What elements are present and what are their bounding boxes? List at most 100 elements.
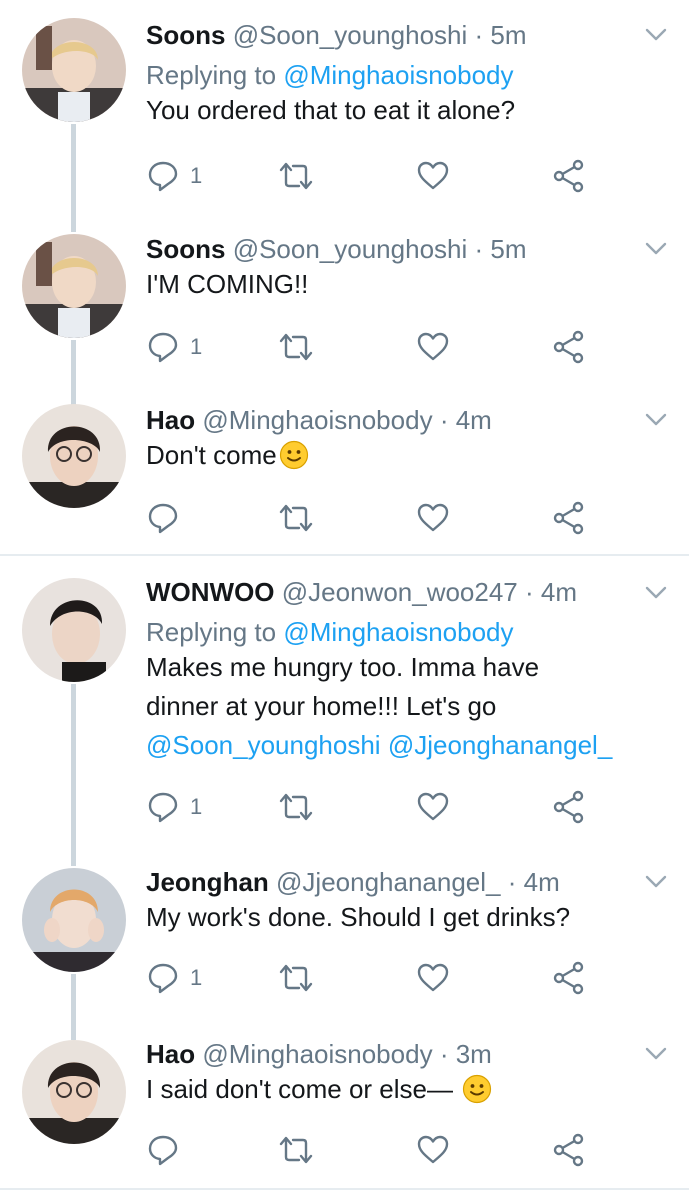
mention-link[interactable]: @Soon_younghoshi	[146, 730, 381, 760]
timestamp[interactable]: 4m	[524, 867, 560, 897]
thread-line	[71, 974, 76, 1040]
user-handle[interactable]: @Minghaoisnobody	[202, 405, 432, 435]
avatar[interactable]	[22, 1040, 126, 1144]
user-name[interactable]: Soons	[146, 234, 225, 264]
retweet-button[interactable]	[276, 159, 316, 193]
tweet[interactable]: Soons @Soon_younghoshi · 5m I'M COMING!!…	[0, 230, 689, 406]
retweet-icon	[276, 159, 316, 193]
chevron-down-icon[interactable]	[645, 1047, 667, 1061]
bottom-divider	[0, 1188, 689, 1190]
thread-divider	[0, 554, 689, 556]
tweet-text: Don't come	[146, 440, 277, 470]
retweet-icon	[276, 501, 316, 535]
replying-to: Replying to @Minghaoisnobody	[146, 60, 669, 90]
reply-count: 1	[190, 163, 203, 188]
reply-button[interactable]	[146, 501, 180, 535]
heart-icon	[416, 501, 450, 535]
replying-to: Replying to @Minghaoisnobody	[146, 617, 669, 647]
user-handle[interactable]: @Jjeonghanangel_	[276, 867, 500, 897]
reply-icon	[146, 330, 180, 364]
avatar[interactable]	[22, 234, 126, 338]
share-button[interactable]	[552, 159, 586, 193]
share-button[interactable]	[552, 330, 586, 364]
timestamp[interactable]: 5m	[490, 20, 526, 50]
retweet-button[interactable]	[276, 790, 316, 824]
replying-prefix: Replying to	[146, 617, 277, 647]
user-handle[interactable]: @Jeonwon_woo247	[282, 577, 518, 607]
tweet-text-line: dinner at your home!!! Let's go	[146, 691, 497, 721]
chevron-down-icon[interactable]	[645, 242, 667, 256]
user-handle[interactable]: @Soon_younghoshi	[233, 20, 468, 50]
like-button[interactable]	[416, 159, 450, 193]
avatar[interactable]	[22, 18, 126, 122]
user-handle[interactable]: @Soon_younghoshi	[233, 234, 468, 264]
separator: ·	[507, 867, 517, 897]
user-name[interactable]: Jeonghan	[146, 867, 269, 897]
separator: ·	[439, 1039, 449, 1069]
separator: ·	[525, 577, 534, 607]
retweet-icon	[276, 330, 316, 364]
retweet-button[interactable]	[276, 501, 316, 535]
reply-icon	[146, 1133, 180, 1167]
tweet-text: I'M COMING!!	[146, 269, 309, 299]
retweet-button[interactable]	[276, 330, 316, 364]
heart-icon	[416, 790, 450, 824]
reply-button[interactable]: 1	[146, 330, 202, 364]
tweet-text-line: Makes me hungry too. Imma have	[146, 652, 540, 682]
user-name[interactable]: WONWOO	[146, 577, 275, 607]
retweet-button[interactable]	[276, 961, 316, 995]
avatar[interactable]	[22, 578, 126, 682]
share-button[interactable]	[552, 1133, 586, 1167]
retweet-icon	[276, 1133, 316, 1167]
like-button[interactable]	[416, 961, 450, 995]
user-name[interactable]: Hao	[146, 405, 195, 435]
chevron-down-icon[interactable]	[645, 586, 667, 600]
smiling-face-emoji	[462, 1074, 492, 1104]
retweet-button[interactable]	[276, 1133, 316, 1167]
share-icon	[552, 159, 586, 193]
chevron-down-icon[interactable]	[645, 413, 667, 427]
avatar[interactable]	[22, 404, 126, 508]
share-icon	[552, 330, 586, 364]
timestamp[interactable]: 4m	[456, 405, 492, 435]
user-name[interactable]: Hao	[146, 1039, 195, 1069]
user-name[interactable]: Soons	[146, 20, 225, 50]
user-handle[interactable]: @Minghaoisnobody	[202, 1039, 432, 1069]
reply-count: 1	[190, 965, 203, 990]
share-icon	[552, 501, 586, 535]
reply-button[interactable]: 1	[146, 961, 202, 995]
tweet[interactable]: Hao @Minghaoisnobody · 3m I said don't c…	[0, 1037, 689, 1200]
timestamp[interactable]: 5m	[490, 234, 526, 264]
separator: ·	[474, 20, 484, 50]
retweet-icon	[276, 961, 316, 995]
tweet[interactable]: WONWOO @Jeonwon_woo247 · 4m Replying to …	[0, 560, 689, 866]
share-button[interactable]	[552, 501, 586, 535]
like-button[interactable]	[416, 501, 450, 535]
reply-icon	[146, 961, 180, 995]
reply-button[interactable]	[146, 1133, 180, 1167]
reply-icon	[146, 501, 180, 535]
reply-icon	[146, 790, 180, 824]
tweet[interactable]: Hao @Minghaoisnobody · 4m Don't come	[0, 400, 689, 555]
chevron-down-icon[interactable]	[645, 875, 667, 889]
timestamp[interactable]: 4m	[541, 577, 577, 607]
mention-link[interactable]: @Jjeonghanangel_	[388, 730, 612, 760]
like-button[interactable]	[416, 1133, 450, 1167]
share-button[interactable]	[552, 790, 586, 824]
like-button[interactable]	[416, 330, 450, 364]
reply-button[interactable]: 1	[146, 790, 202, 824]
mention-link[interactable]: @Minghaoisnobody	[283, 617, 513, 647]
timestamp[interactable]: 3m	[456, 1039, 492, 1069]
tweet[interactable]: Jeonghan @Jjeonghanangel_ · 4m My work's…	[0, 865, 689, 1040]
share-button[interactable]	[552, 961, 586, 995]
thread-line	[71, 124, 76, 232]
mention-link[interactable]: @Minghaoisnobody	[283, 60, 513, 90]
like-button[interactable]	[416, 790, 450, 824]
avatar[interactable]	[22, 868, 126, 972]
tweet[interactable]: Soons @Soon_younghoshi · 5m Replying to …	[0, 0, 689, 232]
heart-icon	[416, 159, 450, 193]
heart-icon	[416, 1133, 450, 1167]
reply-button[interactable]: 1	[146, 159, 202, 193]
chevron-down-icon[interactable]	[645, 28, 667, 42]
thread-line	[71, 684, 76, 866]
